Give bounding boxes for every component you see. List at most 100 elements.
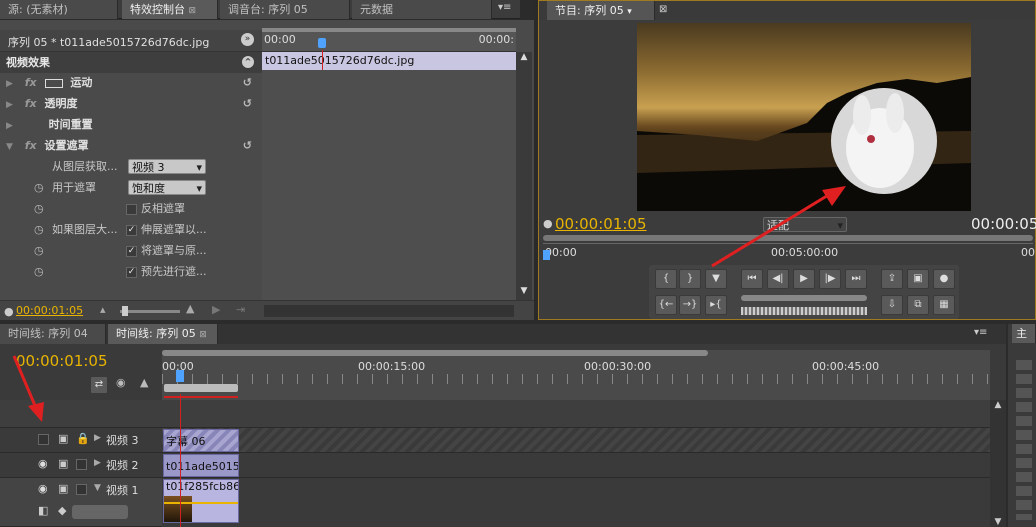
panel-menu-icon[interactable]: ▾≡ — [974, 327, 987, 338]
expand-icon[interactable]: ▶ — [94, 458, 101, 468]
stretch-checkbox[interactable]: ✓ — [126, 224, 137, 236]
param-layer-size: ◷ 如果图层大... ✓ 伸展遮罩以... — [0, 219, 262, 240]
keyframe-nav[interactable] — [72, 505, 128, 519]
track-video-3[interactable]: ▣ 🔒 ▶ 视频 3 — [0, 428, 162, 453]
effect-item-track-matte[interactable]: ▼ fx 设置遮罩 ↺ — [0, 135, 262, 156]
timeline-zoom-bar[interactable] — [162, 350, 708, 356]
effect-timecode[interactable]: 00:00:01:05 — [16, 304, 83, 317]
layer-select[interactable]: 视频 3 — [128, 159, 206, 175]
eye-toggle[interactable] — [38, 434, 49, 445]
stopwatch-icon[interactable]: ◷ — [34, 198, 44, 219]
eye-icon[interactable]: ◉ — [38, 482, 48, 495]
loop-icon[interactable]: ⇥ — [236, 303, 245, 316]
output-icon[interactable]: ● — [933, 269, 955, 289]
playhead-icon[interactable] — [318, 38, 326, 48]
lock-icon[interactable]: 🔒 — [76, 432, 90, 445]
collapse-arrow-icon[interactable]: ▼ — [6, 142, 13, 152]
eye-icon[interactable]: ◉ — [38, 457, 48, 470]
dropdown-icon[interactable]: ▾ — [627, 7, 632, 17]
close-icon[interactable]: ⊠ — [189, 6, 197, 16]
close-icon[interactable]: ⊠ — [659, 4, 667, 15]
invert-checkbox[interactable] — [126, 203, 137, 215]
effect-item-opacity[interactable]: ▶ fx 透明度 ↺ — [0, 93, 262, 114]
stopwatch-icon[interactable]: ◷ — [34, 240, 44, 261]
tab-source[interactable]: 源: (无素材) — [0, 0, 118, 19]
program-timecode[interactable]: 00:00:01:05 — [555, 215, 647, 233]
tab-timeline-05[interactable]: 时间线: 序列 05 ⊠ — [108, 324, 218, 344]
zoom-out-icon[interactable]: ▴ — [100, 303, 106, 316]
tab-program[interactable]: 节目: 序列 05 ▾ — [547, 1, 655, 20]
reset-icon[interactable]: ^ — [242, 56, 254, 68]
zoom-slider-thumb[interactable] — [122, 306, 128, 316]
lock-toggle[interactable] — [76, 459, 87, 470]
tab-metadata[interactable]: 元数据 — [352, 0, 492, 19]
mark-out-icon[interactable]: } — [679, 269, 701, 289]
opacity-line[interactable] — [164, 502, 238, 504]
go-to-in-icon[interactable]: {← — [655, 295, 677, 315]
clip-title-06[interactable]: 字幕 06 — [163, 429, 239, 452]
composite-checkbox[interactable]: ✓ — [126, 245, 137, 257]
shuttle-slider[interactable] — [741, 295, 867, 301]
keyframe-icon[interactable]: ◆ — [58, 504, 66, 517]
footer-hscroll[interactable] — [264, 305, 514, 317]
close-icon[interactable]: ⊠ — [199, 330, 207, 340]
playhead-icon[interactable] — [543, 250, 550, 260]
expand-icon[interactable]: ▶ — [6, 79, 13, 89]
collapse-arrow-icon[interactable]: ▼ — [94, 483, 101, 493]
go-to-out-icon[interactable]: →} — [679, 295, 701, 315]
expand-icon[interactable]: ▶ — [6, 100, 13, 110]
display-style-icon[interactable]: ◧ — [38, 504, 48, 517]
effect-ruler[interactable]: 00:00 00:00: — [262, 28, 516, 52]
clip-video-2[interactable]: t011ade50157 — [163, 454, 239, 477]
reset-icon[interactable]: ↺ — [243, 135, 252, 156]
matte-select[interactable]: 饱和度 — [128, 180, 206, 196]
zoom-slider[interactable] — [120, 310, 180, 313]
expand-icon[interactable]: ▶ — [94, 433, 101, 443]
work-area-bar[interactable] — [164, 384, 238, 392]
snap-icon[interactable]: ⇄ — [90, 376, 108, 394]
stopwatch-icon[interactable]: ◷ — [34, 261, 44, 282]
track-video-1[interactable]: ◉ ▣ ▼ 视频 1 ◧ ◆ — [0, 478, 162, 527]
ruler-end-label: 00:00: — [478, 33, 514, 46]
tab-timeline-04[interactable]: 时间线: 序列 04 — [0, 324, 106, 344]
timeline-ruler[interactable]: 00:00 00:00:15:00 00:00:30:00 00:00:45:0… — [162, 350, 990, 400]
tab-audio-mixer[interactable]: 调音台: 序列 05 — [220, 0, 350, 19]
tab-main[interactable]: 主 — [1012, 324, 1036, 343]
track-video-2[interactable]: ◉ ▣ ▶ 视频 2 — [0, 453, 162, 478]
zoom-in-icon[interactable]: ▲ — [186, 302, 194, 315]
play-only-icon[interactable]: ▶ — [212, 303, 220, 316]
premultiply-checkbox[interactable]: ✓ — [126, 266, 137, 278]
export-frame-icon[interactable]: ⧉ — [907, 295, 929, 315]
lock-toggle[interactable] — [76, 484, 87, 495]
fx-icon[interactable]: fx — [25, 139, 37, 152]
mark-in-icon[interactable]: { — [655, 269, 677, 289]
fx-icon[interactable]: fx — [25, 76, 37, 89]
timeline-playhead-line — [180, 394, 181, 527]
clip-video-1[interactable]: t01f285fcb866 — [163, 479, 239, 523]
marker-add-icon[interactable]: ◉ — [116, 376, 126, 389]
safe-margins-icon[interactable]: ▣ — [907, 269, 929, 289]
collapse-icon[interactable]: » — [241, 33, 254, 46]
reset-icon[interactable]: ↺ — [243, 72, 252, 93]
playhead-icon[interactable] — [176, 370, 184, 382]
effect-item-motion[interactable]: ▶ fx 运动 ↺ — [0, 72, 262, 93]
tab-effect-controls[interactable]: 特效控制台 ⊠ — [122, 0, 218, 19]
expand-icon[interactable]: ▶ — [6, 121, 13, 131]
param-premultiply: ◷ ✓ 预先进行遮... — [0, 261, 262, 282]
effect-clip-bar[interactable]: t011ade5015726d76dc.jpg — [262, 52, 516, 70]
lift-icon[interactable]: ⇪ — [881, 269, 903, 289]
stopwatch-icon[interactable]: ◷ — [34, 219, 44, 240]
trim-icon[interactable]: ▦ — [933, 295, 955, 315]
play-in-out-icon[interactable]: ▸{ — [705, 295, 727, 315]
jog-wheel[interactable] — [741, 307, 867, 315]
timeline-scrollbar[interactable]: ▲ ▼ — [990, 400, 1006, 527]
effect-scrollbar[interactable]: ▲ ▼ — [516, 52, 532, 300]
reset-icon[interactable]: ↺ — [243, 93, 252, 114]
panel-menu-icon[interactable]: ▾≡ — [498, 2, 511, 13]
timeline-tabbar: 时间线: 序列 04 时间线: 序列 05 ⊠ ▾≡ — [0, 324, 1006, 344]
stopwatch-icon[interactable]: ◷ — [34, 177, 44, 198]
set-marker-icon[interactable]: ▲ — [140, 376, 148, 389]
fx-icon[interactable]: fx — [25, 97, 37, 110]
effect-item-time-remap[interactable]: ▶ 时间重置 — [0, 114, 262, 135]
extract-icon[interactable]: ⇩ — [881, 295, 903, 315]
